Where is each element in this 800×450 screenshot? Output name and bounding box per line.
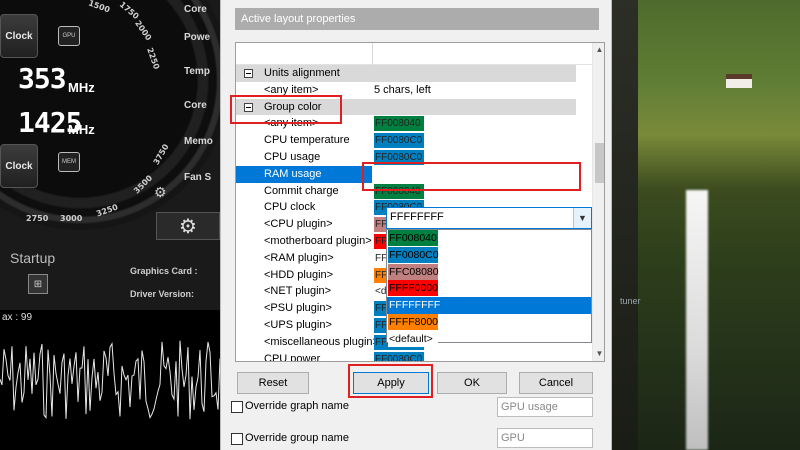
mem-clock-unit: MHz bbox=[68, 122, 95, 137]
background-landscape-photo: tuner bbox=[598, 0, 800, 450]
color-option[interactable]: FFC08080 bbox=[387, 263, 591, 281]
graphics-card-label: Graphics Card : bbox=[130, 266, 198, 276]
side-label: Temp bbox=[184, 66, 210, 77]
property-value[interactable]: FF008040 bbox=[372, 115, 576, 132]
property-name: Commit charge bbox=[264, 184, 339, 197]
property-name: <UPS plugin> bbox=[264, 318, 332, 331]
afterburner-skin: 1750 2000 2250 1500 3750 3500 3250 3000 … bbox=[0, 0, 220, 450]
side-label: Memo bbox=[184, 136, 213, 147]
override-graph-name-input[interactable]: GPU usage bbox=[497, 397, 593, 417]
color-option-label: <default> bbox=[388, 330, 438, 347]
property-grid-header bbox=[236, 43, 592, 65]
property-name: RAM usage bbox=[236, 165, 372, 183]
color-option-label: FFFF0000 bbox=[388, 280, 439, 297]
gpu-chip-icon: GPU bbox=[58, 26, 80, 46]
photo-side-text: tuner bbox=[620, 296, 641, 306]
side-label: Powe bbox=[184, 32, 211, 43]
override-group-name-checkbox[interactable] bbox=[231, 433, 243, 445]
combo-highlight bbox=[362, 162, 581, 191]
core-clock-button[interactable]: Clock bbox=[0, 14, 38, 58]
property-group-row[interactable]: Units alignment bbox=[236, 65, 576, 82]
apply-highlight bbox=[348, 364, 433, 398]
vertical-scrollbar[interactable]: ▲ ▼ bbox=[592, 43, 604, 361]
driver-version-label: Driver Version: bbox=[130, 289, 195, 299]
property-name: CPU clock bbox=[264, 201, 316, 214]
property-name: <motherboard plugin> bbox=[264, 234, 372, 247]
color-option[interactable]: FF008040 bbox=[387, 230, 591, 247]
color-option-label: FF0080C0 bbox=[388, 246, 439, 263]
property-row[interactable]: CPU temperature FF0080C0 bbox=[236, 132, 576, 149]
scroll-up-arrow-icon[interactable]: ▲ bbox=[593, 43, 604, 57]
color-value-chip: FF008040 bbox=[374, 116, 424, 132]
waterfall-image bbox=[686, 190, 708, 450]
dial-tick: 3000 bbox=[60, 214, 83, 223]
color-option-label: FFC08080 bbox=[388, 263, 439, 280]
usage-graph bbox=[0, 310, 220, 450]
property-name: <PSU plugin> bbox=[264, 302, 332, 315]
property-name: <NET plugin> bbox=[264, 285, 332, 298]
windows-startup-icon[interactable]: ⊞ bbox=[28, 274, 48, 294]
color-option-label: FFFF8000 bbox=[388, 313, 439, 330]
cancel-button[interactable]: Cancel bbox=[519, 372, 593, 394]
override-group-name-row: Override group name bbox=[231, 430, 491, 448]
group-color-highlight bbox=[230, 95, 342, 124]
property-value[interactable]: FF0080C0 bbox=[372, 351, 576, 361]
fan-settings-icon[interactable]: ⚙ bbox=[154, 184, 167, 201]
startup-label: Startup bbox=[10, 250, 56, 266]
color-value-chip: FF0080C0 bbox=[374, 133, 424, 149]
property-grid: Units alignment <any item> 5 chars, left Gr… bbox=[235, 42, 605, 362]
property-value[interactable]: 5 chars, left bbox=[372, 82, 576, 99]
color-value-chip: FF0080C0 bbox=[374, 351, 424, 361]
property-name: <HDD plugin> bbox=[264, 268, 334, 281]
mem-chip-icon: MEM bbox=[58, 152, 80, 172]
property-value[interactable]: FF0080C0 bbox=[372, 132, 576, 149]
color-option[interactable]: FF0080C0 bbox=[387, 246, 591, 264]
color-dropdown-list[interactable]: FF008040 FF0080C0 FFC08080 FFFF0000 FFFFFFFF… bbox=[386, 229, 592, 347]
side-label: Fan S bbox=[184, 172, 212, 183]
color-option[interactable]: FFFF8000 bbox=[387, 313, 591, 331]
side-label: Core bbox=[184, 4, 207, 15]
override-group-name-input[interactable]: GPU bbox=[497, 428, 593, 448]
override-graph-name-checkbox[interactable] bbox=[231, 401, 243, 413]
ok-button[interactable]: OK bbox=[437, 372, 507, 394]
property-name: CPU usage bbox=[264, 150, 321, 163]
override-group-name-label: Override group name bbox=[245, 432, 349, 444]
scroll-down-arrow-icon[interactable]: ▼ bbox=[593, 347, 604, 361]
color-option[interactable]: <default> bbox=[387, 330, 591, 348]
settings-gear-button[interactable]: ⚙ bbox=[156, 212, 220, 240]
chevron-down-icon[interactable]: ▼ bbox=[573, 208, 591, 228]
property-name: <CPU plugin> bbox=[264, 218, 333, 231]
scroll-thumb[interactable] bbox=[595, 143, 604, 183]
property-name: CPU power bbox=[264, 352, 321, 362]
color-combo-value: FFFFFFFF bbox=[390, 211, 444, 223]
property-name: <RAM plugin> bbox=[264, 251, 334, 264]
dial-tick: 2750 bbox=[26, 214, 49, 223]
color-option-label: FFFFFFFF bbox=[389, 299, 441, 312]
gpu-clock-value: 353 bbox=[18, 62, 67, 95]
color-option-label: FF008040 bbox=[388, 230, 438, 246]
override-graph-name-label: Override graph name bbox=[245, 400, 349, 412]
property-name: <miscellaneous plugin> bbox=[264, 335, 379, 348]
property-name: Units alignment bbox=[264, 67, 340, 79]
reset-button[interactable]: Reset bbox=[237, 372, 309, 394]
gpu-clock-unit: MHz bbox=[68, 80, 95, 95]
house-image bbox=[726, 74, 752, 88]
active-layout-properties-header: Active layout properties bbox=[235, 8, 599, 30]
graph-max-label: ax : 99 bbox=[2, 312, 33, 323]
color-combo-box[interactable]: FFFFFFFF ▼ bbox=[386, 207, 592, 229]
color-option[interactable]: FFFFFFFF bbox=[387, 297, 591, 314]
memory-clock-button[interactable]: Clock bbox=[0, 144, 38, 188]
override-graph-name-row: Override graph name bbox=[231, 398, 491, 416]
property-name: CPU temperature bbox=[264, 134, 350, 147]
color-option[interactable]: FFFF0000 bbox=[387, 280, 591, 297]
side-label: Core bbox=[184, 100, 207, 111]
property-row[interactable]: CPU power FF0080C0 bbox=[236, 351, 576, 362]
